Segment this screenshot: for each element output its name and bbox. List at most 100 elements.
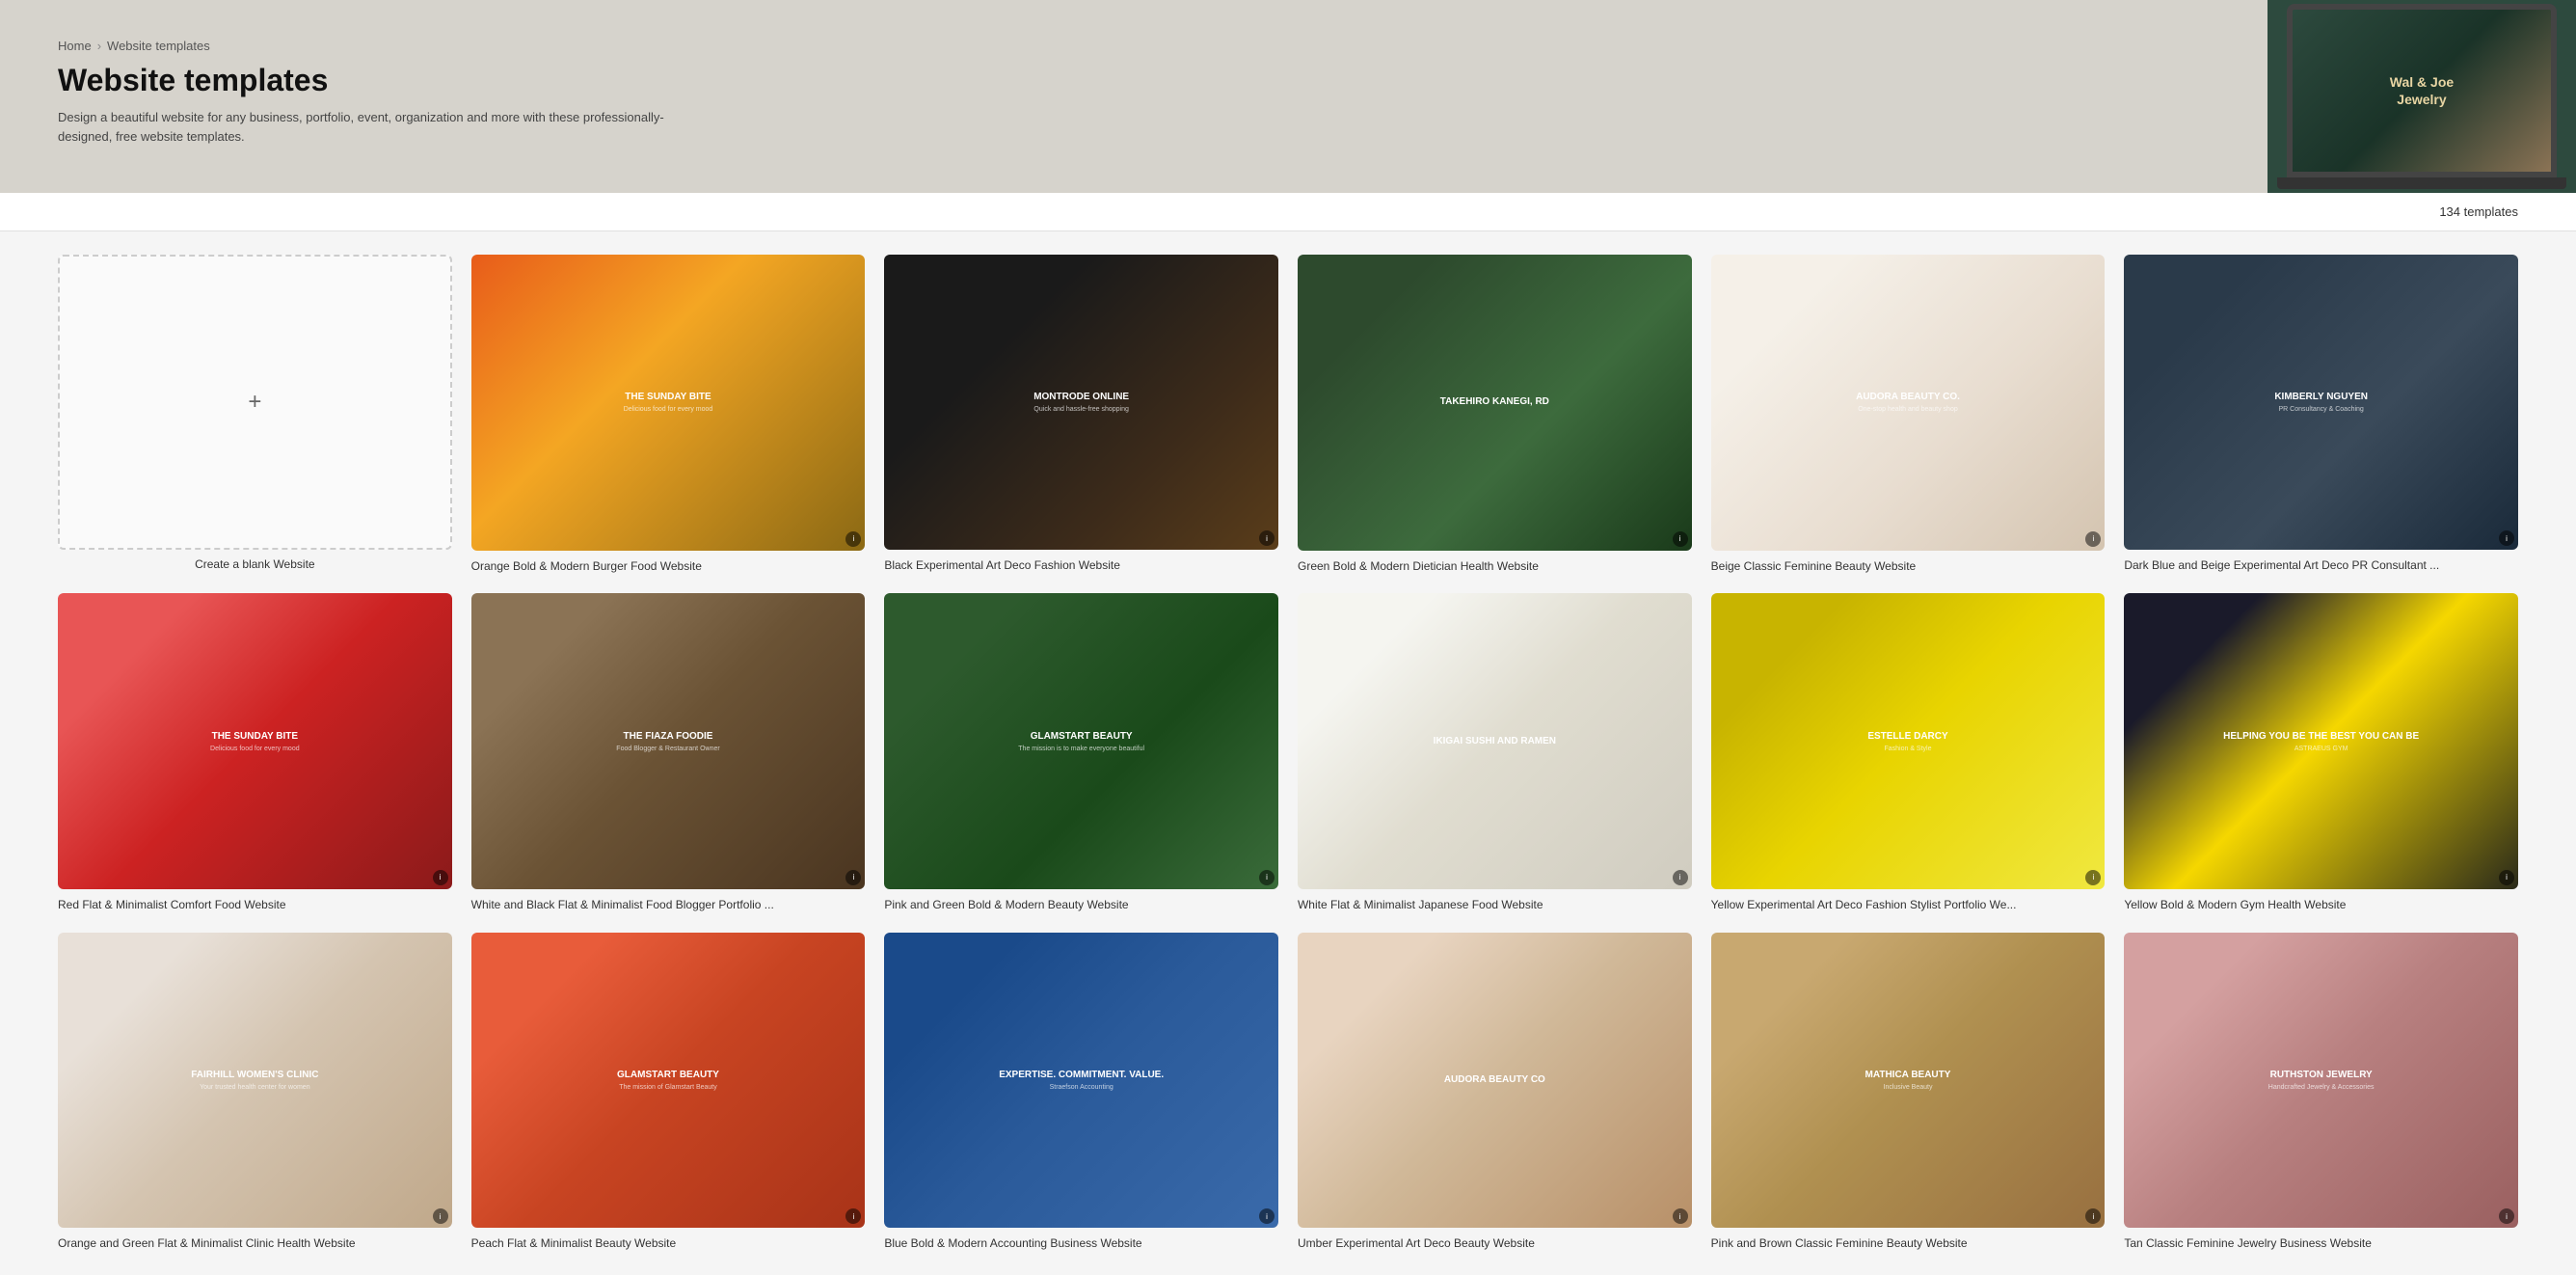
template-card[interactable]: AUDORA BEAUTY CO i Umber Experimental Ar… — [1298, 933, 1692, 1252]
template-card[interactable]: Fairhill Women's Clinic Your trusted hea… — [58, 933, 452, 1252]
thumb-inner: Mathica Beauty Inclusive Beauty i — [1711, 933, 2106, 1229]
template-card[interactable]: AUDORA BEAUTY CO. One-stop health and be… — [1711, 255, 2106, 574]
thumb-title: HELPING YOU BE THE BEST YOU CAN BE — [2223, 731, 2419, 743]
info-icon[interactable]: i — [845, 531, 861, 547]
card-thumbnail: HELPING YOU BE THE BEST YOU CAN BE ASTRA… — [2124, 593, 2518, 888]
info-icon[interactable]: i — [2085, 531, 2101, 547]
template-card[interactable]: KIMBERLY NGUYEN PR Consultancy & Coachin… — [2124, 255, 2518, 574]
info-icon[interactable]: i — [2499, 870, 2514, 885]
template-card[interactable]: GLAMSTART BEAUTY The mission is to make … — [884, 593, 1278, 912]
thumb-subtitle: Fashion & Style — [1884, 746, 1931, 752]
card-label: Green Bold & Modern Dietician Health Web… — [1298, 558, 1692, 575]
card-label: White Flat & Minimalist Japanese Food We… — [1298, 897, 1692, 913]
info-icon[interactable]: i — [2085, 1208, 2101, 1224]
thumb-subtitle: Delicious food for every mood — [624, 406, 713, 413]
card-label: White and Black Flat & Minimalist Food B… — [471, 897, 866, 913]
info-icon[interactable]: i — [2499, 530, 2514, 546]
info-icon[interactable]: i — [845, 1208, 861, 1224]
template-card[interactable]: EXPERTISE. COMMITMENT. VALUE. Straefson … — [884, 933, 1278, 1252]
template-card[interactable]: Estelle Darcy Fashion & Style i Yellow E… — [1711, 593, 2106, 912]
card-thumbnail: The Sunday Bite Delicious food for every… — [58, 593, 452, 888]
info-icon[interactable]: i — [433, 1208, 448, 1224]
card-thumbnail: AUDORA BEAUTY CO i — [1298, 933, 1692, 1229]
card-label: Yellow Experimental Art Deco Fashion Sty… — [1711, 897, 2106, 913]
hero-description: Design a beautiful website for any busin… — [58, 108, 675, 146]
card-label: Umber Experimental Art Deco Beauty Websi… — [1298, 1235, 1692, 1252]
template-card[interactable]: Ikigai Sushi and Ramen i White Flat & Mi… — [1298, 593, 1692, 912]
create-blank-label: Create a blank Website — [58, 557, 452, 571]
info-icon[interactable]: i — [1259, 1208, 1275, 1224]
info-icon[interactable]: i — [1673, 870, 1688, 885]
thumb-inner: TAKEHIRO KANEGI, RD i — [1298, 255, 1692, 551]
template-card[interactable]: Ruthston Jewelry Handcrafted Jewelry & A… — [2124, 933, 2518, 1252]
thumb-title: AUDORA BEAUTY CO — [1444, 1074, 1545, 1086]
template-card[interactable]: THE FIAZA FOODIE Food Blogger & Restaura… — [471, 593, 866, 912]
thumb-inner: The Sunday Bite Delicious food for every… — [58, 593, 452, 888]
info-icon[interactable]: i — [2499, 1208, 2514, 1224]
card-label: Pink and Green Bold & Modern Beauty Webs… — [884, 897, 1278, 913]
card-thumbnail: Fairhill Women's Clinic Your trusted hea… — [58, 933, 452, 1228]
thumb-inner: KIMBERLY NGUYEN PR Consultancy & Coachin… — [2124, 255, 2518, 550]
thumb-title: The Sunday Bite — [212, 731, 298, 743]
card-thumbnail: Estelle Darcy Fashion & Style i — [1711, 593, 2106, 889]
template-card[interactable]: The Sunday Bite Delicious food for every… — [58, 593, 452, 912]
hero-section: Home › Website templates Website templat… — [0, 0, 2576, 193]
thumb-subtitle: Straefson Accounting — [1050, 1084, 1114, 1091]
card-thumbnail: Ikigai Sushi and Ramen i — [1298, 593, 1692, 889]
card-label: Orange Bold & Modern Burger Food Website — [471, 558, 866, 575]
card-thumbnail: Montrode Online Quick and hassle-free sh… — [884, 255, 1278, 550]
thumb-title: Mathica Beauty — [1865, 1070, 1951, 1081]
template-count: 134 templates — [2439, 204, 2518, 219]
template-card[interactable]: Glamstart Beauty The mission of Glamstar… — [471, 933, 866, 1252]
create-blank-card[interactable]: + Create a blank Website — [58, 255, 452, 574]
template-card[interactable]: TAKEHIRO KANEGI, RD i Green Bold & Moder… — [1298, 255, 1692, 574]
breadcrumb-home[interactable]: Home — [58, 39, 92, 53]
info-icon[interactable]: i — [1673, 1208, 1688, 1224]
card-thumbnail: AUDORA BEAUTY CO. One-stop health and be… — [1711, 255, 2106, 551]
template-card[interactable]: Montrode Online Quick and hassle-free sh… — [884, 255, 1278, 574]
thumb-subtitle: PR Consultancy & Coaching — [2278, 406, 2363, 413]
template-card[interactable]: HELPING YOU BE THE BEST YOU CAN BE ASTRA… — [2124, 593, 2518, 912]
thumb-inner: Montrode Online Quick and hassle-free sh… — [884, 255, 1278, 550]
thumb-subtitle: Delicious food for every mood — [210, 746, 300, 752]
thumb-title: THE FIAZA FOODIE — [624, 731, 713, 743]
thumb-inner: Estelle Darcy Fashion & Style i — [1711, 593, 2106, 889]
template-card[interactable]: Mathica Beauty Inclusive Beauty i Pink a… — [1711, 933, 2106, 1252]
card-thumbnail: EXPERTISE. COMMITMENT. VALUE. Straefson … — [884, 933, 1278, 1228]
thumb-title: GLAMSTART BEAUTY — [1031, 731, 1133, 743]
info-icon[interactable]: i — [433, 870, 448, 885]
card-thumbnail: Mathica Beauty Inclusive Beauty i — [1711, 933, 2106, 1229]
hero-content: Home › Website templates Website templat… — [58, 39, 2518, 146]
thumb-subtitle: One-stop health and beauty shop — [1858, 406, 1958, 413]
card-thumbnail: THE FIAZA FOODIE Food Blogger & Restaura… — [471, 593, 866, 889]
card-thumbnail: GLAMSTART BEAUTY The mission is to make … — [884, 593, 1278, 888]
plus-icon: + — [248, 389, 261, 416]
thumb-inner: Ikigai Sushi and Ramen i — [1298, 593, 1692, 889]
card-label: Peach Flat & Minimalist Beauty Website — [471, 1235, 866, 1252]
info-icon[interactable]: i — [2085, 870, 2101, 885]
thumb-title: EXPERTISE. COMMITMENT. VALUE. — [999, 1070, 1164, 1081]
template-grid-container: + Create a blank Website THE SUNDAY BITE… — [0, 231, 2576, 1275]
create-blank-thumb[interactable]: + — [58, 255, 452, 550]
info-icon[interactable]: i — [845, 870, 861, 885]
card-thumbnail: KIMBERLY NGUYEN PR Consultancy & Coachin… — [2124, 255, 2518, 550]
thumb-inner: AUDORA BEAUTY CO i — [1298, 933, 1692, 1229]
thumb-title: Fairhill Women's Clinic — [191, 1070, 318, 1081]
breadcrumb-current: Website templates — [107, 39, 210, 53]
thumb-subtitle: Your trusted health center for women — [200, 1084, 310, 1091]
thumb-subtitle: ASTRAEUS GYM — [2294, 746, 2348, 752]
thumb-subtitle: Handcrafted Jewelry & Accessories — [2268, 1084, 2375, 1091]
info-icon[interactable]: i — [1259, 530, 1275, 546]
card-thumbnail: Glamstart Beauty The mission of Glamstar… — [471, 933, 866, 1229]
card-label: Blue Bold & Modern Accounting Business W… — [884, 1235, 1278, 1252]
thumb-title: Montrode Online — [1033, 392, 1129, 403]
thumb-subtitle: The mission of Glamstart Beauty — [619, 1084, 717, 1091]
thumb-inner: HELPING YOU BE THE BEST YOU CAN BE ASTRA… — [2124, 593, 2518, 888]
info-icon[interactable]: i — [1259, 870, 1275, 885]
thumb-title: Ruthston Jewelry — [2270, 1070, 2373, 1081]
card-label: Tan Classic Feminine Jewelry Business We… — [2124, 1235, 2518, 1252]
template-card[interactable]: THE SUNDAY BITE Delicious food for every… — [471, 255, 866, 574]
card-label: Beige Classic Feminine Beauty Website — [1711, 558, 2106, 575]
info-icon[interactable]: i — [1673, 531, 1688, 547]
thumb-inner: EXPERTISE. COMMITMENT. VALUE. Straefson … — [884, 933, 1278, 1228]
